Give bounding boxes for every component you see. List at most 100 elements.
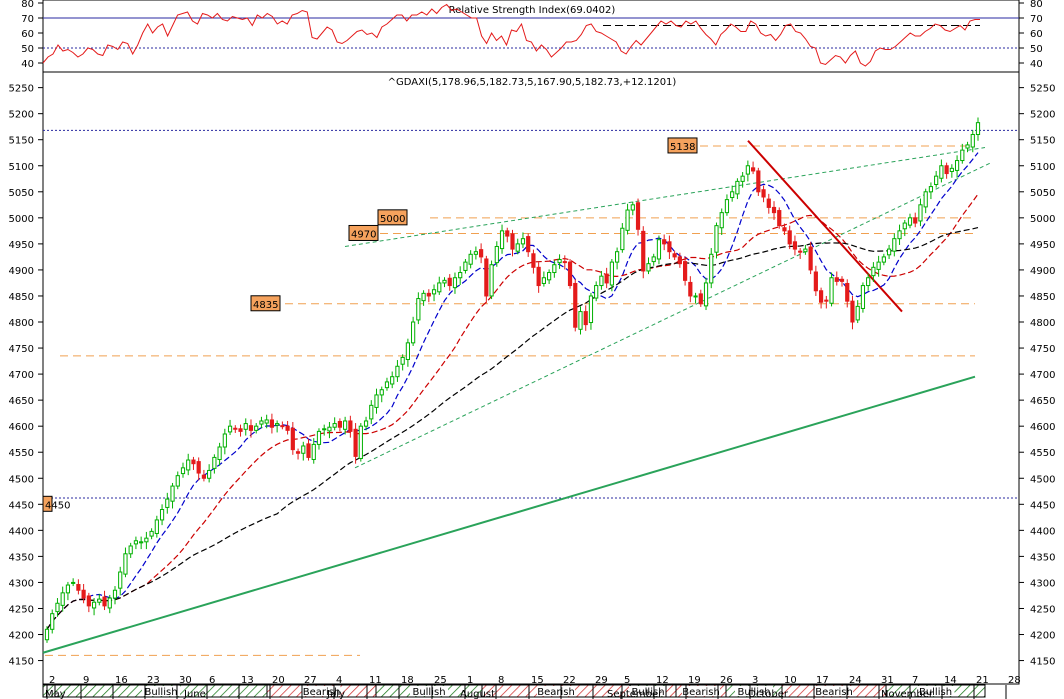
bearish-candle <box>839 278 845 282</box>
bearish-candle <box>850 300 855 323</box>
bullish-candle <box>735 180 740 195</box>
bearish-candle <box>771 206 777 214</box>
bullish-candle <box>442 279 447 284</box>
price-tick-label-left: 4250 <box>9 604 34 615</box>
bullish-candle <box>60 592 65 606</box>
bullish-candle <box>254 425 259 431</box>
price-tick-label-left: 5050 <box>9 188 34 199</box>
bullish-candle <box>379 389 384 396</box>
bearish-candle <box>426 292 431 297</box>
bearish-candle <box>845 282 850 302</box>
bearish-candle <box>348 420 353 432</box>
day-label: 30 <box>179 675 192 686</box>
day-label: 18 <box>401 675 414 686</box>
bullish-candle <box>405 342 410 361</box>
trend-label: Bearish <box>537 687 575 698</box>
bearish-candle <box>238 428 243 432</box>
bullish-candle <box>881 256 886 263</box>
bullish-candle <box>170 485 175 502</box>
price-tick-label-left: 4600 <box>9 422 34 433</box>
day-label: 21 <box>976 675 989 686</box>
day-label: 25 <box>434 675 447 686</box>
bullish-candle <box>316 430 322 445</box>
bearish-candle <box>290 427 295 451</box>
bullish-candle <box>609 261 614 286</box>
price-tick-label-left: 4800 <box>9 318 34 329</box>
bullish-candle <box>651 256 656 263</box>
bullish-candle <box>112 589 118 599</box>
bullish-candle <box>907 217 913 226</box>
bullish-candle <box>703 282 709 307</box>
day-label: 14 <box>944 675 957 686</box>
rsi-tick-label-left: 70 <box>21 14 34 25</box>
month-label: May <box>45 689 66 699</box>
price-tick-label-left: 5000 <box>9 214 34 225</box>
price-tick-label-right: 4650 <box>1030 396 1055 407</box>
bullish-candle <box>866 277 871 287</box>
price-tick-label-left: 4150 <box>9 657 34 668</box>
bullish-candle <box>934 175 939 186</box>
bullish-candle <box>714 225 719 253</box>
price-tick-label-left: 4900 <box>9 266 34 277</box>
rsi-tick-label-left: 80 <box>21 0 34 10</box>
bullish-candle <box>207 469 212 479</box>
bullish-candle <box>886 248 892 256</box>
bullish-candle <box>343 420 348 430</box>
bullish-candle <box>646 263 651 272</box>
bullish-candle <box>133 540 139 545</box>
bearish-candle <box>635 202 641 230</box>
day-label: 27 <box>304 675 317 686</box>
rsi-title: Relative Strength Index(69.0402) <box>449 5 616 16</box>
bearish-candle <box>447 277 452 287</box>
price-tick-label-right: 5150 <box>1030 136 1055 147</box>
bullish-candle <box>431 289 437 295</box>
rsi-tick-label-right: 60 <box>1030 29 1043 40</box>
bearish-candle <box>562 261 567 264</box>
bullish-candle <box>437 282 442 293</box>
bearish-candle <box>750 167 756 172</box>
bearish-candle <box>787 230 792 245</box>
price-tick-label-right: 5050 <box>1030 188 1055 199</box>
bullish-candle <box>928 186 934 193</box>
bullish-candle <box>452 277 458 289</box>
price-tick-label-right: 4400 <box>1030 526 1055 537</box>
bullish-candle <box>855 305 860 321</box>
bearish-candle <box>81 589 86 599</box>
bullish-candle <box>154 519 159 534</box>
bearish-candle <box>280 425 285 428</box>
bullish-candle <box>954 160 960 171</box>
bullish-candle <box>970 134 975 148</box>
price-tick-label-right: 4700 <box>1030 370 1055 381</box>
bearish-candle <box>782 227 787 232</box>
bearish-candle <box>761 189 766 198</box>
rsi-right-axis: 80 70 60 50 40 <box>1019 0 1043 70</box>
bullish-candle <box>369 404 374 420</box>
bullish-candle <box>594 285 599 299</box>
bearish-candle <box>824 299 829 302</box>
bullish-candle <box>745 165 750 175</box>
bullish-candle <box>144 537 149 543</box>
bullish-candle <box>939 165 944 179</box>
rsi-tick-label-right: 70 <box>1030 14 1043 25</box>
bullish-candle <box>212 456 217 469</box>
bullish-candle <box>311 443 316 461</box>
price-tick-label-left: 4500 <box>9 474 34 485</box>
bearish-candle <box>505 230 510 237</box>
bearish-candle <box>766 198 771 208</box>
bullish-candle <box>965 144 970 149</box>
day-label: 22 <box>563 675 576 686</box>
bearish-candle <box>698 293 703 305</box>
price-left-axis: 5250 5200 5150 5100 5050 5000 4950 4900 4850 4800… <box>9 84 43 668</box>
bullish-candle <box>107 597 112 609</box>
month-label: November <box>881 689 934 699</box>
bullish-candle <box>275 423 280 426</box>
bearish-candle <box>295 451 301 454</box>
bullish-candle <box>656 239 662 260</box>
price-tick-label-left: 4450 <box>9 500 34 511</box>
price-panel: ^GDAXI(5,178.96,5,182.73,5,167.90,5,182.… <box>9 71 1055 685</box>
bullish-candle <box>159 509 165 521</box>
bullish-candle <box>876 261 881 270</box>
price-tick-label-left: 4300 <box>9 578 34 589</box>
price-tick-label-right: 4150 <box>1030 657 1055 668</box>
bullish-candle <box>416 298 421 321</box>
